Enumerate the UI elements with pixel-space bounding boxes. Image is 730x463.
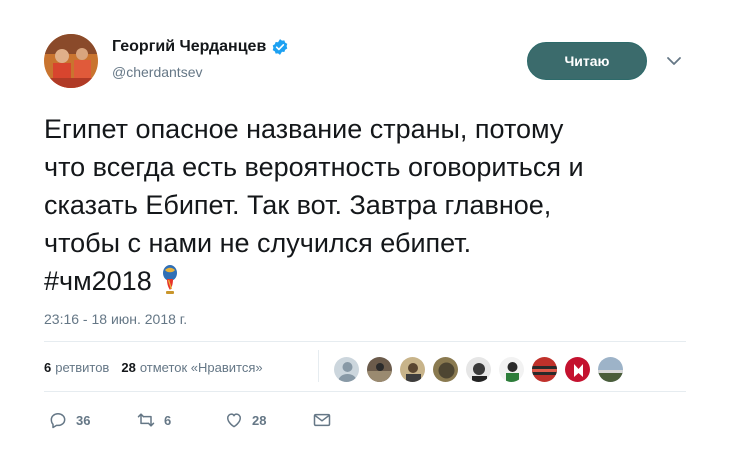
likes-label[interactable]: отметок «Нравится» xyxy=(140,360,263,375)
liker-avatar[interactable] xyxy=(498,356,525,383)
like-count: 28 xyxy=(252,412,267,428)
tweet-line: Египет опасное название страны, потому xyxy=(44,114,564,144)
tweet-text: Египет опасное название страны, потому ч… xyxy=(44,110,684,300)
retweet-icon xyxy=(137,413,155,427)
author-name-row[interactable]: Георгий Черданцев xyxy=(112,38,289,56)
like-button[interactable]: 28 xyxy=(224,410,312,430)
verified-badge-icon xyxy=(273,39,288,55)
reply-count: 36 xyxy=(76,412,91,428)
stats-divider xyxy=(318,350,319,382)
liker-avatar[interactable] xyxy=(531,356,558,383)
retweets-label[interactable]: ретвитов xyxy=(55,360,109,375)
heart-icon xyxy=(227,413,241,428)
tweet-line: что всегда есть вероятность оговориться … xyxy=(44,152,584,182)
reply-icon xyxy=(50,413,66,429)
world-cup-trophy-icon xyxy=(162,265,177,294)
direct-message-button[interactable] xyxy=(312,410,332,430)
tweet-stats: 6 ретвитов 28 отметок «Нравится» xyxy=(44,360,263,375)
chevron-down-icon[interactable] xyxy=(666,55,682,67)
author-avatar[interactable] xyxy=(44,34,98,88)
retweet-button[interactable]: 6 xyxy=(136,410,224,430)
divider xyxy=(44,391,686,392)
author-handle[interactable]: @cherdantsev xyxy=(112,64,202,80)
tweet-line: чтобы с нами не случился ебипет. xyxy=(44,228,472,258)
following-button[interactable]: Читаю xyxy=(527,42,647,80)
liker-avatar[interactable] xyxy=(333,356,360,383)
liker-avatar[interactable] xyxy=(432,356,459,383)
author-display-name[interactable]: Георгий Черданцев xyxy=(112,38,266,56)
tweet-actions: 36 6 28 xyxy=(48,410,332,430)
tweet-line-hashtag: #чм2018 xyxy=(44,262,684,300)
divider xyxy=(44,341,686,342)
retweet-count: 6 xyxy=(164,412,172,428)
liker-avatar[interactable] xyxy=(366,356,393,383)
likes-count[interactable]: 28 xyxy=(121,360,135,375)
liker-avatar[interactable] xyxy=(399,356,426,383)
liker-avatar[interactable] xyxy=(465,356,492,383)
liker-avatars xyxy=(333,356,630,383)
envelope-icon xyxy=(313,413,331,427)
tweet-timestamp[interactable]: 23:16 - 18 июн. 2018 г. xyxy=(44,311,187,327)
hashtag-link[interactable]: #чм2018 xyxy=(44,266,152,296)
tweet-card: Георгий Черданцев @cherdantsev Читаю Еги… xyxy=(0,0,730,463)
retweets-count[interactable]: 6 xyxy=(44,360,51,375)
tweet-line: сказать Ебипет. Так вот. Завтра главное, xyxy=(44,190,552,220)
liker-avatar[interactable] xyxy=(597,356,624,383)
reply-button[interactable]: 36 xyxy=(48,410,136,430)
liker-avatar[interactable] xyxy=(564,356,591,383)
